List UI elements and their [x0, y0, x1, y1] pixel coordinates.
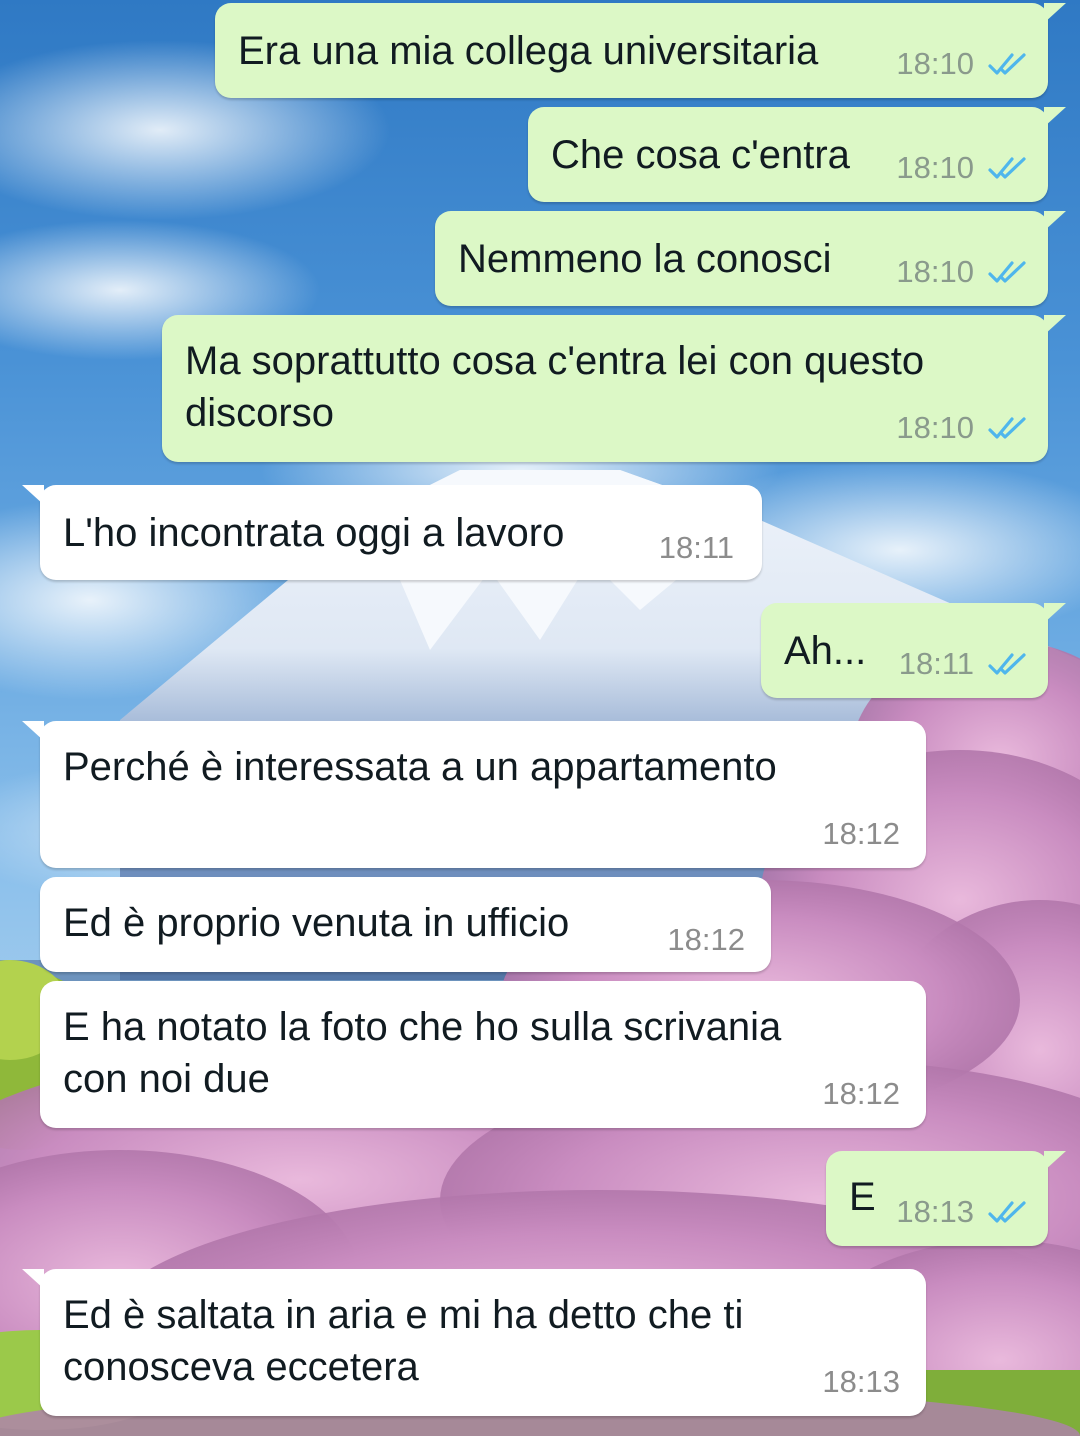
message-text: Ah... — [784, 629, 867, 673]
bubble-tail — [22, 1269, 44, 1289]
message-meta: 18:13 — [822, 1365, 900, 1399]
message-time: 18:10 — [896, 150, 974, 185]
double-check-icon — [988, 653, 1026, 675]
message-time: 18:12 — [822, 1076, 900, 1111]
message-time: 18:13 — [822, 1364, 900, 1399]
bubble-tail — [1044, 1151, 1066, 1171]
message-text: E — [849, 1175, 876, 1219]
message-meta: 18:10 — [896, 255, 1028, 289]
message-text: Ed è saltata in aria e mi ha detto che t… — [63, 1293, 744, 1389]
message-meta: 18:11 — [899, 647, 1028, 681]
message-meta: 18:13 — [896, 1195, 1028, 1229]
message-time: 18:11 — [898, 646, 974, 681]
message-text: Che cosa c'entra — [551, 133, 850, 177]
message-time: 18:10 — [896, 46, 974, 81]
outgoing-message-bubble[interactable]: Che cosa c'entra 18:10 — [528, 107, 1066, 202]
outgoing-message-bubble[interactable]: Ma soprattutto cosa c'entra lei con ques… — [162, 315, 1066, 462]
incoming-message-bubble[interactable]: Perché è interessata a un appartamento 1… — [22, 721, 926, 868]
bubble-tail — [1044, 107, 1066, 127]
message-meta: 18:12 — [822, 1077, 900, 1111]
message-text: Ed è proprio venuta in ufficio — [63, 901, 570, 945]
double-check-icon — [988, 157, 1026, 179]
incoming-message-bubble[interactable]: L'ho incontrata oggi a lavoro 18:11 — [22, 485, 762, 580]
message-text: Nemmeno la conosci — [458, 237, 832, 281]
incoming-message-bubble[interactable]: Ed è saltata in aria e mi ha detto che t… — [22, 1269, 926, 1416]
message-time: 18:10 — [896, 254, 974, 289]
message-text: Era una mia collega universitaria — [238, 29, 819, 73]
message-meta: 18:10 — [896, 411, 1028, 445]
message-meta: 18:11 — [659, 531, 734, 565]
outgoing-message-bubble[interactable]: Ah... 18:11 — [761, 603, 1066, 698]
double-check-icon — [988, 53, 1026, 75]
bubble-tail — [22, 485, 44, 505]
message-text: L'ho incontrata oggi a lavoro — [63, 511, 565, 555]
bubble-tail — [1044, 603, 1066, 623]
outgoing-message-bubble[interactable]: Nemmeno la conosci 18:10 — [435, 211, 1066, 306]
message-meta: 18:12 — [822, 817, 900, 851]
message-meta: 18:10 — [896, 151, 1028, 185]
double-check-icon — [988, 417, 1026, 439]
incoming-message-bubble[interactable]: E ha notato la foto che ho sulla scrivan… — [40, 981, 926, 1128]
message-time: 18:13 — [896, 1194, 974, 1229]
double-check-icon — [988, 261, 1026, 283]
message-text: Ma soprattutto cosa c'entra lei con ques… — [185, 339, 925, 435]
chat-message-list[interactable]: Era una mia collega universitaria 18:10 … — [0, 0, 1080, 1436]
message-time: 18:12 — [822, 816, 900, 851]
message-text: Perché è interessata a un appartamento — [63, 745, 777, 789]
message-time: 18:12 — [667, 922, 745, 957]
bubble-tail — [1044, 315, 1066, 335]
bubble-tail — [1044, 3, 1066, 23]
message-text: E ha notato la foto che ho sulla scrivan… — [63, 1005, 782, 1101]
double-check-icon — [988, 1201, 1026, 1223]
message-meta: 18:10 — [896, 47, 1028, 81]
outgoing-message-bubble[interactable]: Era una mia collega universitaria 18:10 — [215, 3, 1066, 98]
message-time: 18:11 — [658, 530, 734, 565]
bubble-tail — [1044, 211, 1066, 231]
bubble-tail — [22, 721, 44, 741]
message-time: 18:10 — [896, 410, 974, 445]
outgoing-message-bubble[interactable]: E 18:13 — [826, 1151, 1066, 1246]
incoming-message-bubble[interactable]: Ed è proprio venuta in ufficio 18:12 — [40, 877, 771, 972]
message-meta: 18:12 — [667, 923, 745, 957]
